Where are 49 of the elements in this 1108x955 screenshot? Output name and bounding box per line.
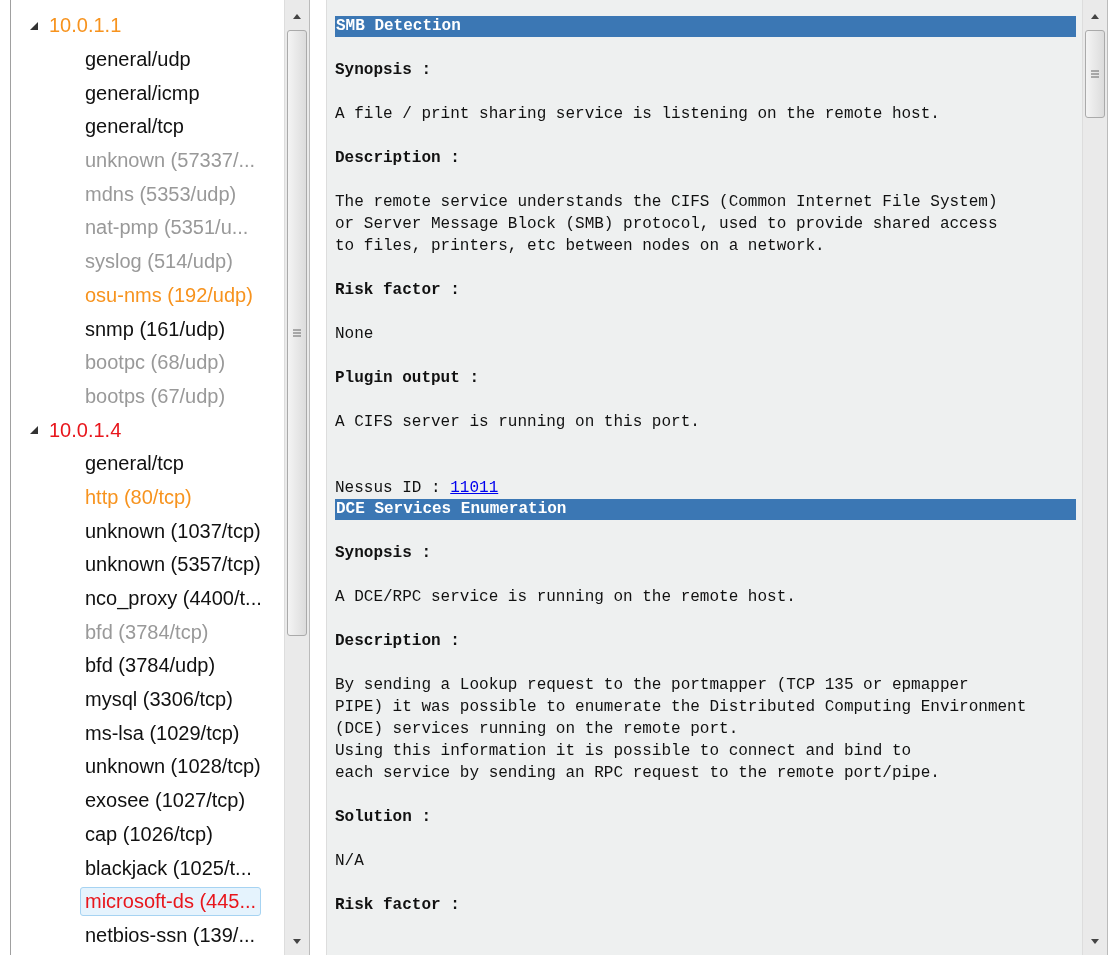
grip-icon — [292, 329, 302, 337]
tree-item[interactable]: bfd (3784/udp) — [80, 651, 221, 681]
tree-item[interactable]: general/icmp — [80, 78, 205, 108]
section-header: DCE Services Enumeration — [335, 499, 1076, 520]
field-label: Plugin output : — [335, 368, 481, 389]
tree-item[interactable]: blackjack (1025/t... — [80, 853, 257, 883]
paragraph: A file / print sharing service is listening on the remote host. — [335, 104, 941, 125]
field-label: Description : — [335, 148, 461, 169]
tree-item[interactable]: netbios-ssn (139/... — [80, 920, 261, 950]
field-label: Synopsis : — [335, 543, 432, 564]
paragraph: By sending a Lookup request to the portmapper (TCP 135 or epmapper PIPE) it was possible to enumerate the Distributed Computing Environment (DCE) services running on the remote port. Using this information it is possible to connect and bind to each service by sending an RPC request to the remote port/pipe. — [335, 675, 1028, 784]
tree-item[interactable]: exosee (1027/tcp) — [80, 786, 251, 816]
tree-item[interactable]: mysql (3306/tcp) — [80, 685, 238, 715]
field-label: Risk factor : — [335, 280, 461, 301]
tree-item[interactable]: unknown (1028/tcp) — [80, 752, 266, 782]
tree-item[interactable]: general/tcp — [80, 112, 189, 142]
section-header: SMB Detection — [335, 16, 1076, 37]
tree-item[interactable]: general/tcp — [80, 449, 189, 479]
tree-item[interactable]: unknown (1037/tcp) — [80, 516, 266, 546]
paragraph: N/A — [335, 851, 365, 872]
field-label: Risk factor : — [335, 895, 461, 916]
scroll-thumb[interactable] — [1085, 30, 1105, 118]
scrollbar[interactable] — [284, 0, 310, 955]
scroll-up-icon[interactable] — [1090, 12, 1100, 20]
tree-item[interactable]: unknown (5357/tcp) — [80, 550, 266, 580]
tree-item[interactable]: nco_proxy (4400/t... — [80, 584, 267, 614]
scroll-down-icon[interactable] — [1090, 937, 1100, 945]
tree-item[interactable]: ms-lsa (1029/tcp) — [80, 718, 245, 748]
tree-item[interactable]: microsoft-ds (445... — [80, 887, 262, 917]
grip-icon — [1090, 70, 1100, 78]
scroll-down-icon[interactable] — [292, 937, 302, 945]
tree-item[interactable]: general/udp — [80, 45, 196, 75]
field-label: Synopsis : — [335, 60, 432, 81]
field-label: Solution : — [335, 807, 432, 828]
paragraph: None — [335, 324, 375, 345]
paragraph: The remote service understands the CIFS (Common Internet File System) or Server Message Block (SMB) protocol, used to provide shared access to files, printers, etc between nodes on a network. — [335, 192, 999, 257]
paragraph: A CIFS server is running on this port. — [335, 412, 701, 433]
id-label: Nessus ID : — [335, 478, 442, 499]
tree-node[interactable]: 10.0.1.4 — [49, 418, 122, 442]
scroll-thumb[interactable] — [287, 30, 307, 636]
expander-icon[interactable] — [29, 20, 39, 31]
tree-item[interactable]: snmp (161/udp) — [80, 314, 231, 344]
tree-item[interactable]: cap (1026/tcp) — [80, 819, 218, 849]
id-link[interactable]: 11011 — [450, 477, 499, 499]
scroll-up-icon[interactable] — [292, 12, 302, 20]
scrollbar[interactable] — [1082, 0, 1108, 955]
field-label: Description : — [335, 631, 461, 652]
expander-icon[interactable] — [29, 425, 39, 436]
paragraph: A DCE/RPC service is running on the remote host. — [335, 587, 797, 608]
